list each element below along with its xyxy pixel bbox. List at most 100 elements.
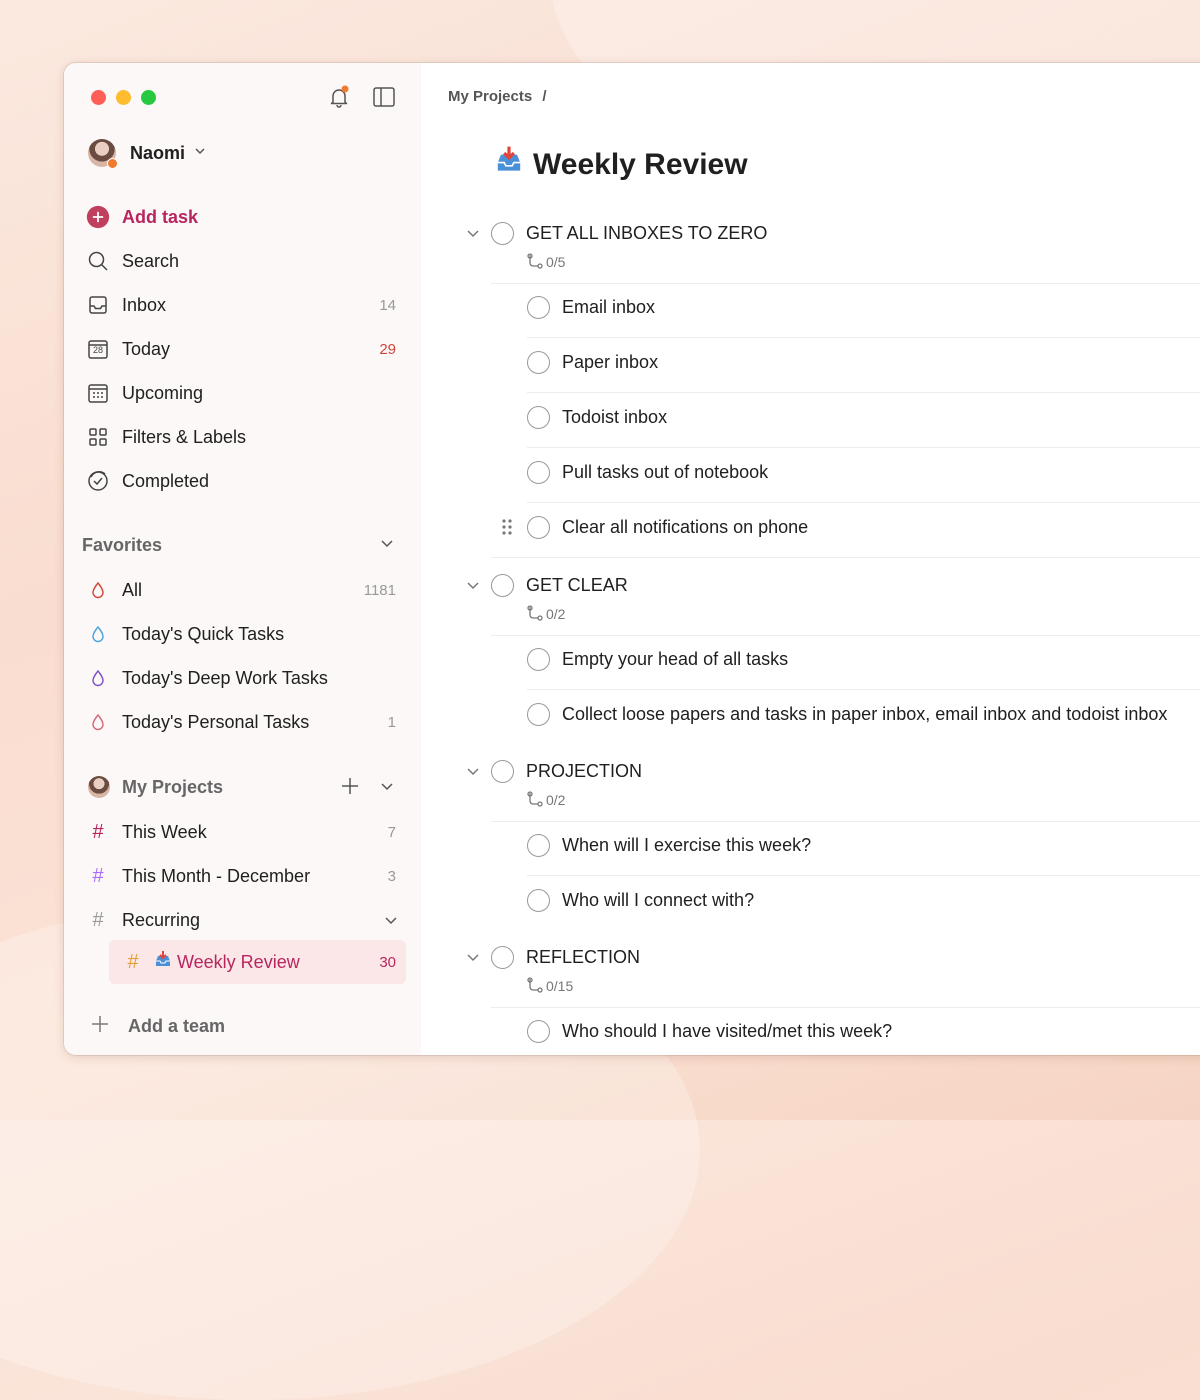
subtask-icon bbox=[527, 977, 543, 993]
sidebar-toggle-icon[interactable] bbox=[372, 85, 396, 109]
sidebar-item-search[interactable]: Search bbox=[84, 243, 406, 279]
task-title: Collect loose papers and tasks in paper … bbox=[562, 704, 1168, 724]
task-checkbox[interactable] bbox=[491, 222, 514, 245]
page-title: Weekly Review bbox=[493, 145, 748, 185]
favorite-item-deep-work[interactable]: Today's Deep Work Tasks bbox=[84, 660, 406, 696]
chevron-down-icon[interactable] bbox=[378, 777, 396, 800]
task-title: Empty your head of all tasks bbox=[562, 649, 789, 669]
chevron-down-icon[interactable] bbox=[465, 763, 481, 784]
task-row[interactable]: Paper inbox bbox=[421, 338, 1200, 393]
filter-drop-icon bbox=[86, 666, 110, 690]
chevron-down-icon[interactable] bbox=[465, 225, 481, 246]
task-row[interactable]: Who will I connect with? bbox=[421, 876, 1200, 931]
sidebar-item-label: Inbox bbox=[122, 294, 167, 315]
favorite-item-quick-tasks[interactable]: Today's Quick Tasks bbox=[84, 616, 406, 652]
task-checkbox[interactable] bbox=[527, 461, 550, 484]
task-title: Who should I have visited/met this week? bbox=[562, 1021, 893, 1041]
sidebar-item-inbox[interactable]: Inbox 14 bbox=[84, 287, 406, 323]
subtask-progress: 0/2 bbox=[526, 791, 565, 809]
favorites-header[interactable]: Favorites bbox=[82, 535, 400, 555]
favorites-heading: Favorites bbox=[82, 534, 163, 555]
section-title: GET ALL INBOXES TO ZERO bbox=[526, 223, 768, 243]
sidebar-item-completed[interactable]: Completed bbox=[84, 463, 406, 499]
task-checkbox[interactable] bbox=[527, 516, 550, 539]
task-checkbox[interactable] bbox=[527, 834, 550, 857]
chevron-down-icon[interactable] bbox=[382, 911, 400, 934]
subtask-progress: 0/2 bbox=[526, 605, 565, 623]
add-task-button[interactable]: Add task bbox=[84, 199, 406, 235]
breadcrumb: My Projects / bbox=[448, 88, 547, 105]
section-header[interactable]: PROJECTION 0/2 bbox=[421, 753, 1200, 823]
avatar bbox=[88, 776, 110, 798]
page-title-text: Weekly Review bbox=[533, 148, 748, 181]
filter-drop-icon bbox=[86, 710, 110, 734]
add-team-button[interactable]: Add a team bbox=[90, 1014, 225, 1039]
subtask-icon bbox=[527, 253, 543, 269]
section-header[interactable]: REFLECTION 0/15 bbox=[421, 939, 1200, 1009]
plus-circle-icon bbox=[86, 205, 110, 229]
task-checkbox[interactable] bbox=[527, 406, 550, 429]
task-checkbox[interactable] bbox=[527, 1020, 550, 1043]
favorite-item-personal[interactable]: Today's Personal Tasks 1 bbox=[84, 704, 406, 740]
sidebar-item-label: Upcoming bbox=[122, 382, 204, 403]
section-title: PROJECTION bbox=[526, 761, 643, 781]
sidebar-item-label: Completed bbox=[122, 470, 210, 491]
project-label: Weekly Review bbox=[177, 951, 300, 972]
task-title: Who will I connect with? bbox=[562, 890, 755, 910]
task-checkbox[interactable] bbox=[491, 760, 514, 783]
project-count: 30 bbox=[379, 953, 396, 971]
task-row[interactable]: Email inbox bbox=[421, 283, 1200, 338]
drag-handle-icon[interactable] bbox=[501, 518, 513, 541]
status-dot bbox=[107, 158, 118, 169]
task-checkbox[interactable] bbox=[527, 648, 550, 671]
breadcrumb-link[interactable]: My Projects bbox=[448, 88, 532, 105]
task-checkbox[interactable] bbox=[491, 574, 514, 597]
calendar-today-icon: 28 bbox=[86, 337, 110, 361]
zoom-window-button[interactable] bbox=[141, 90, 156, 105]
project-item-this-week[interactable]: # This Week 7 bbox=[84, 814, 406, 850]
project-item-recurring[interactable]: # Recurring bbox=[84, 902, 406, 938]
divider bbox=[491, 557, 1200, 558]
chevron-down-icon[interactable] bbox=[465, 949, 481, 970]
inbox-tray-icon bbox=[153, 950, 173, 975]
task-row[interactable]: Collect loose papers and tasks in paper … bbox=[421, 690, 1200, 745]
plus-icon[interactable] bbox=[340, 776, 360, 801]
bell-icon[interactable] bbox=[327, 85, 351, 109]
task-row[interactable]: Clear all notifications on phone bbox=[421, 503, 1200, 558]
user-menu[interactable]: Naomi bbox=[88, 139, 207, 169]
filter-drop-icon bbox=[86, 622, 110, 646]
chevron-down-icon bbox=[193, 144, 207, 163]
section-header[interactable]: GET ALL INBOXES TO ZERO 0/5 bbox=[421, 215, 1200, 285]
hash-icon: # bbox=[92, 820, 104, 843]
task-row[interactable]: Empty your head of all tasks bbox=[421, 635, 1200, 690]
task-row[interactable]: Pull tasks out of notebook bbox=[421, 448, 1200, 503]
task-row[interactable]: Todoist inbox bbox=[421, 393, 1200, 448]
chevron-down-icon[interactable] bbox=[378, 534, 396, 557]
project-item-this-month[interactable]: # This Month - December 3 bbox=[84, 858, 406, 894]
inbox-tray-icon bbox=[493, 145, 525, 185]
task-checkbox[interactable] bbox=[527, 351, 550, 374]
projects-header[interactable]: My Projects bbox=[88, 775, 400, 799]
project-item-weekly-review[interactable]: # Weekly Review 30 bbox=[119, 944, 406, 980]
task-title: Email inbox bbox=[562, 297, 656, 317]
task-row[interactable]: Who should I have visited/met this week? bbox=[421, 1007, 1200, 1055]
task-row[interactable]: When will I exercise this week? bbox=[421, 821, 1200, 876]
task-checkbox[interactable] bbox=[491, 946, 514, 969]
subtask-progress: 0/5 bbox=[526, 253, 565, 271]
favorite-item-all[interactable]: All 1181 bbox=[84, 572, 406, 608]
section-header[interactable]: GET CLEAR 0/2 bbox=[421, 567, 1200, 637]
section-title: REFLECTION bbox=[526, 947, 641, 967]
sidebar-item-today[interactable]: 28 Today 29 bbox=[84, 331, 406, 367]
task-checkbox[interactable] bbox=[527, 296, 550, 319]
sidebar-item-upcoming[interactable]: Upcoming bbox=[84, 375, 406, 411]
minimize-window-button[interactable] bbox=[116, 90, 131, 105]
sidebar-item-filters-labels[interactable]: Filters & Labels bbox=[84, 419, 406, 455]
close-window-button[interactable] bbox=[91, 90, 106, 105]
chevron-down-icon[interactable] bbox=[465, 577, 481, 598]
section-title: GET CLEAR bbox=[526, 575, 628, 595]
task-checkbox[interactable] bbox=[527, 703, 550, 726]
add-team-label: Add a team bbox=[128, 1016, 226, 1036]
subtask-count: 0/2 bbox=[546, 792, 566, 808]
task-checkbox[interactable] bbox=[527, 889, 550, 912]
subtask-count: 0/5 bbox=[546, 254, 566, 270]
